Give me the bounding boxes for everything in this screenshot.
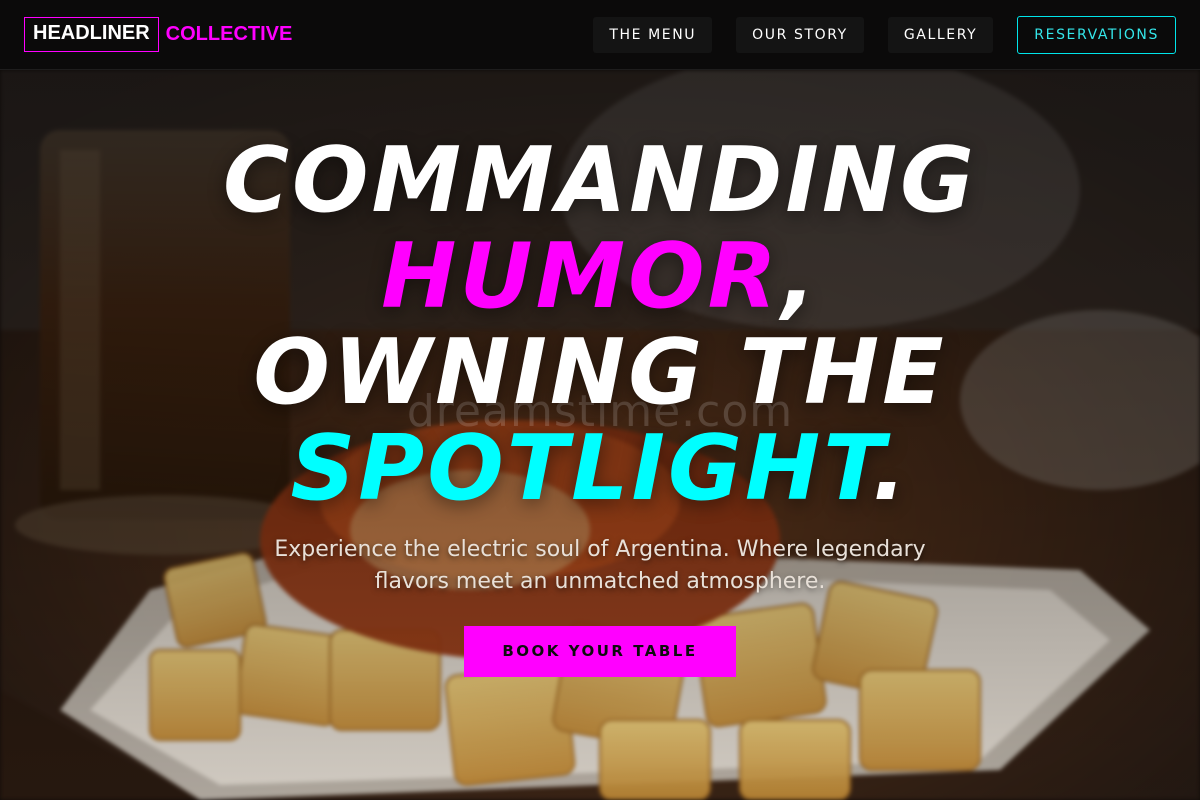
book-table-button[interactable]: BOOK YOUR TABLE [464,626,736,677]
reservations-button[interactable]: RESERVATIONS [1017,16,1176,54]
headline-word-spotlight: SPOTLIGHT [290,416,873,521]
page: dreamstime.com HEADLINER COLLECTIVE THE … [0,0,1200,800]
headline-word-humor: HUMOR [381,224,782,329]
headline-comma: , [781,224,819,329]
headline-words-owning-the: OWNING THE [253,320,947,425]
hero-headline: COMMANDING HUMOR, OWNING THE SPOTLIGHT. [0,133,1200,517]
nav-item-gallery[interactable]: GALLERY [887,17,994,53]
headline-period: . [872,416,910,521]
headline-line-3: OWNING THE [0,325,1200,421]
headline-line-4: SPOTLIGHT. [0,421,1200,517]
hero-subtitle: Experience the electric soul of Argentin… [274,537,926,594]
nav-links: THE MENU OUR STORY GALLERY RESERVATIONS [593,16,1176,54]
nav-item-our-story[interactable]: OUR STORY [736,17,864,53]
headline-line-1: COMMANDING [0,133,1200,229]
nav-item-menu[interactable]: THE MENU [593,17,713,53]
headline-line-2: HUMOR, [0,229,1200,325]
brand-name-primary: HEADLINER [24,17,159,52]
headline-word-commanding: COMMANDING [222,128,978,233]
navbar: HEADLINER COLLECTIVE THE MENU OUR STORY … [0,0,1200,70]
brand-logo[interactable]: HEADLINER COLLECTIVE [24,17,292,52]
brand-name-accent: COLLECTIVE [165,23,293,45]
